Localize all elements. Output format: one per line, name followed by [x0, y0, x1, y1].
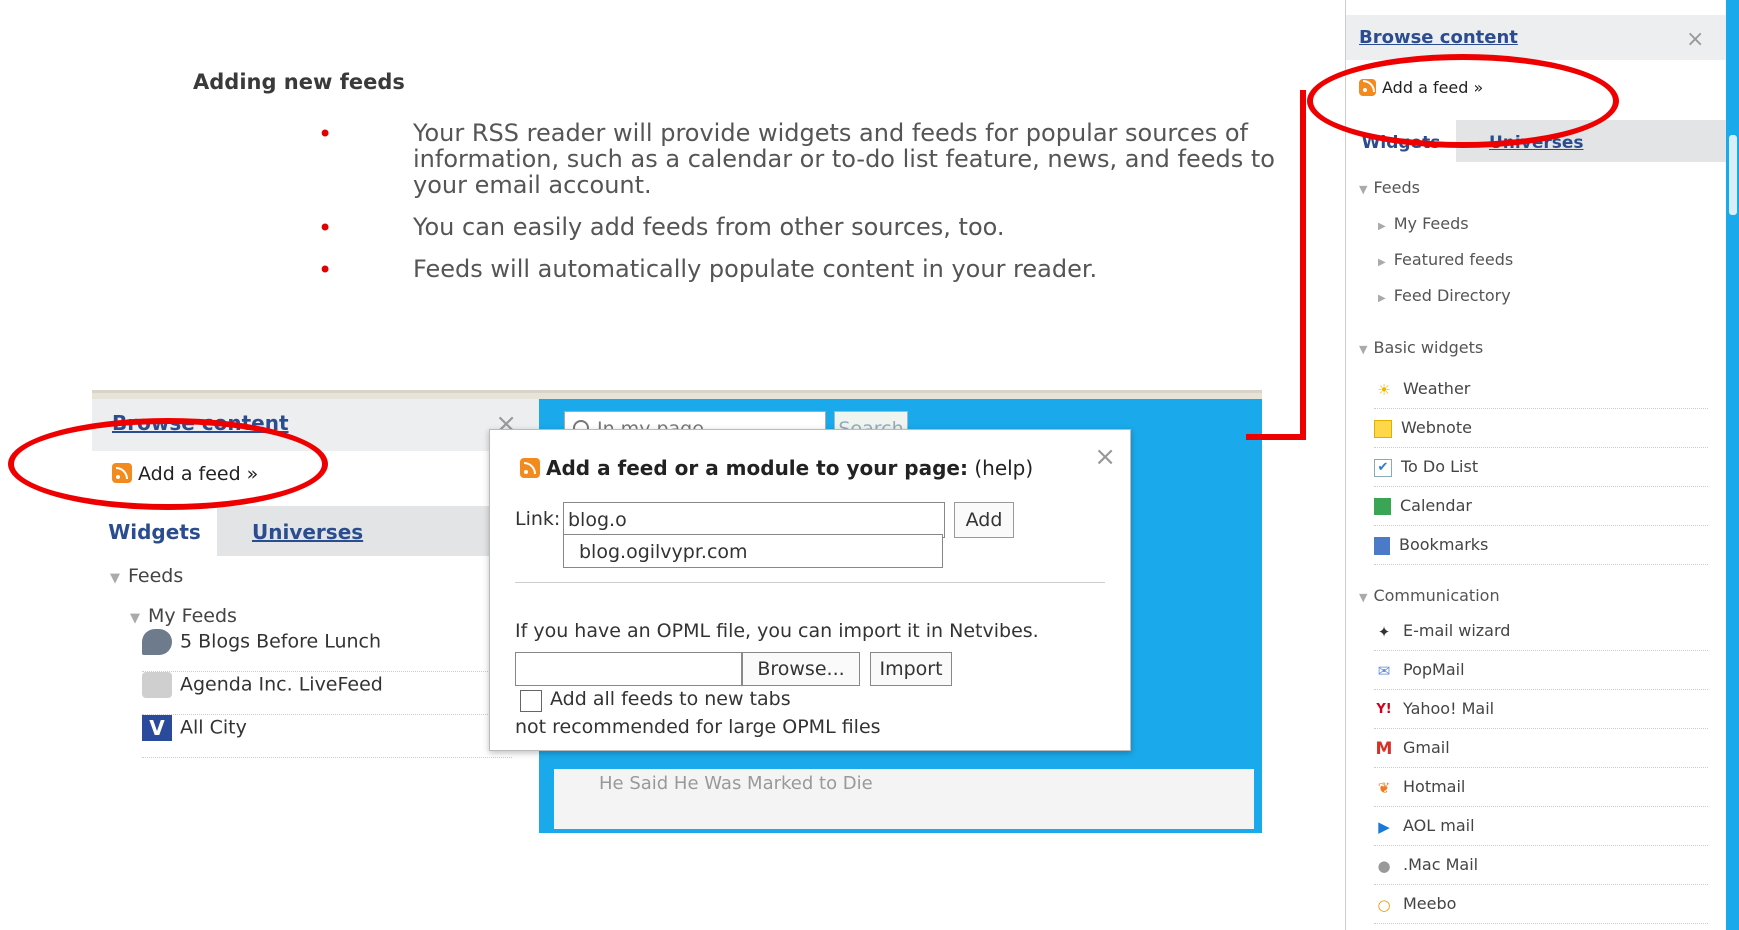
list-item[interactable]: ❦ Hotmail [1374, 768, 1708, 807]
sidebar-item-featured-feeds[interactable]: ▶ Featured feeds [1378, 250, 1513, 269]
shoe-icon [142, 672, 172, 698]
list-item[interactable]: ○ Meebo [1374, 885, 1708, 924]
meebo-icon: ○ [1377, 895, 1391, 914]
magic-wand-icon: ✦ [1377, 622, 1391, 641]
tab-widgets[interactable]: Widgets [92, 506, 217, 556]
tree-my-feeds[interactable]: ▼ My Feeds [130, 605, 237, 627]
triangle-down-icon: ▼ [1359, 183, 1368, 196]
bullet-item: • Feeds will automatically populate conte… [318, 255, 1098, 284]
connector-line [1300, 90, 1306, 440]
apple-icon: ● [1377, 856, 1391, 875]
add-feed-popup: × Add a feed or a module to your page: (… [489, 429, 1131, 751]
opml-text: If you have an OPML file, you can import… [515, 620, 1039, 642]
highlight-ellipse [1307, 54, 1619, 148]
sidebar-item-feed-directory[interactable]: ▶ Feed Directory [1378, 286, 1511, 305]
list-item[interactable]: Y! Yahoo! Mail [1374, 690, 1708, 729]
section-basic-widgets[interactable]: ▼ Basic widgets [1359, 338, 1483, 357]
list-item[interactable]: Webnote [1374, 409, 1708, 448]
speech-bubble-icon [142, 629, 172, 655]
yahoo-icon: Y! [1376, 701, 1392, 717]
checkbox-icon: ✔ [1374, 458, 1392, 477]
v-logo-icon: V [142, 715, 172, 741]
weather-icon: ☀ [1377, 380, 1391, 399]
panel-header: Browse content × [1346, 15, 1726, 60]
popup-title: Add a feed or a module to your page: (he… [520, 456, 1033, 480]
bookmark-icon [1374, 536, 1390, 555]
article-title[interactable]: He Said He Was Marked to Die [599, 773, 873, 794]
import-button[interactable]: Import [870, 652, 952, 686]
gmail-icon: M [1375, 738, 1393, 759]
connector-line [1246, 434, 1306, 440]
list-item[interactable]: ▶ AOL mail [1374, 807, 1708, 846]
envelope-icon: ✉ [1377, 661, 1391, 680]
section-feeds[interactable]: ▼ Feeds [1359, 178, 1420, 197]
browse-button[interactable]: Browse... [742, 652, 860, 686]
link-label: Link: [515, 508, 561, 530]
list-item[interactable]: Agenda Inc. LiveFeed [142, 672, 512, 715]
triangle-down-icon: ▼ [130, 611, 140, 626]
list-item[interactable]: ☀ Weather [1374, 370, 1708, 409]
autocomplete-suggestion[interactable]: blog.ogilvypr.com [563, 534, 943, 568]
add-button[interactable]: Add [954, 502, 1014, 538]
bullet-list: • Your RSS reader will provide widgets an… [318, 120, 1278, 298]
bullet-dot-icon: • [318, 256, 333, 284]
bullet-item: • You can easily add feeds from other sou… [318, 213, 1005, 242]
list-item[interactable]: M Gmail [1374, 729, 1708, 768]
add-tabs-checkbox[interactable] [520, 690, 542, 712]
list-item[interactable]: 5 Blogs Before Lunch [142, 629, 512, 672]
close-icon[interactable]: × [1686, 27, 1704, 52]
calendar-icon [1374, 498, 1391, 515]
list-item[interactable]: ● .Mac Mail [1374, 846, 1708, 885]
bullet-item: • Your RSS reader will provide widgets an… [318, 119, 1275, 199]
triangle-down-icon: ▼ [1359, 343, 1368, 356]
highlight-ellipse [8, 418, 328, 510]
help-link[interactable]: (help) [974, 456, 1033, 480]
note-icon [1374, 419, 1392, 438]
list-item[interactable]: ✦ E-mail wizard [1374, 612, 1708, 651]
browse-content-link[interactable]: Browse content [1359, 27, 1518, 48]
tab-universes[interactable]: Universes [252, 506, 363, 556]
opml-note: not recommended for large OPML files [515, 716, 881, 738]
bullet-dot-icon: • [318, 120, 333, 148]
triangle-down-icon: ▼ [1359, 591, 1368, 604]
scrollbar-thumb[interactable] [1729, 135, 1737, 215]
bullet-dot-icon: • [318, 214, 333, 242]
rss-icon [520, 458, 540, 478]
checkbox-label: Add all feeds to new tabs [550, 688, 791, 710]
list-item[interactable]: ✉ PopMail [1374, 651, 1708, 690]
close-icon[interactable]: × [1094, 442, 1116, 472]
butterfly-icon: ❦ [1377, 778, 1391, 797]
link-input[interactable]: blog.o [563, 502, 945, 538]
triangle-right-icon: ▶ [1378, 257, 1386, 268]
section-communication[interactable]: ▼ Communication [1359, 586, 1500, 605]
tree-feeds[interactable]: ▼ Feeds [110, 565, 183, 587]
triangle-down-icon: ▼ [110, 571, 120, 586]
tabs-row: Widgets Universes [92, 506, 539, 556]
sidebar-item-my-feeds[interactable]: ▶ My Feeds [1378, 214, 1469, 233]
list-item[interactable]: V All City [142, 715, 512, 758]
slide-title: Adding new feeds [193, 70, 405, 94]
opml-file-input[interactable] [515, 652, 742, 686]
list-item[interactable]: ✔ To Do List [1374, 448, 1708, 487]
triangle-right-icon: ▶ [1378, 293, 1386, 304]
aol-icon: ▶ [1378, 817, 1390, 836]
divider [515, 582, 1105, 583]
triangle-right-icon: ▶ [1378, 221, 1386, 232]
list-item[interactable]: Calendar [1374, 487, 1708, 526]
list-item[interactable]: Bookmarks [1374, 526, 1708, 565]
